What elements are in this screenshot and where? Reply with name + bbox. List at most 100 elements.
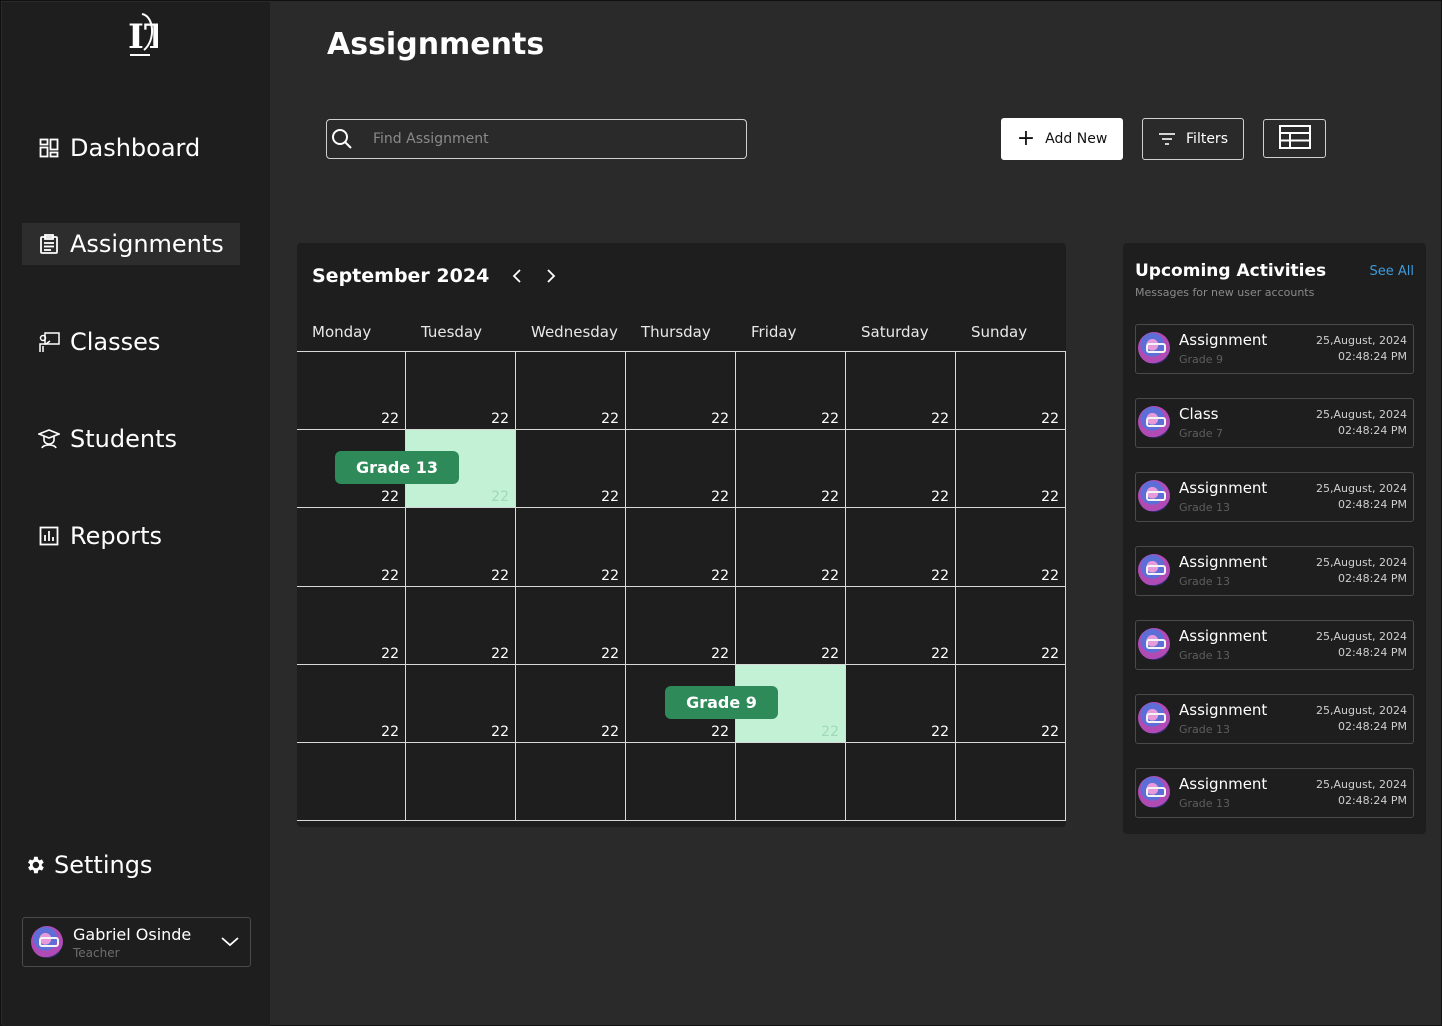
activity-title: Assignment xyxy=(1179,775,1268,793)
activity-card[interactable]: Assignment Grade 13 25,August, 2024 02:48:2… xyxy=(1135,546,1414,596)
sidebar-item-label: Students xyxy=(70,425,177,453)
teacher-board-icon xyxy=(38,331,60,353)
calendar-day-cell[interactable]: 22 xyxy=(956,586,1066,665)
activity-datetime: 25,August, 2024 02:48:24 PM xyxy=(1316,629,1407,661)
search-icon xyxy=(331,128,353,150)
calendar-day-cell[interactable]: 22 xyxy=(846,430,956,509)
user-role: Teacher xyxy=(73,945,120,960)
activity-date: 25,August, 2024 xyxy=(1316,334,1407,347)
user-name: Gabriel Osinde xyxy=(73,924,192,944)
activity-card[interactable]: Assignment Grade 13 25,August, 2024 02:48:2… xyxy=(1135,694,1414,744)
search-input[interactable] xyxy=(373,131,733,147)
calendar-day-cell[interactable]: 22 xyxy=(846,508,956,587)
filters-button[interactable]: Filters xyxy=(1142,118,1244,160)
calendar-day-cell[interactable]: 22 xyxy=(297,586,406,665)
sidebar-item-assignments[interactable]: Assignments xyxy=(22,223,240,265)
calendar-day-cell[interactable]: 22 xyxy=(846,352,956,431)
calendar-day-cell[interactable] xyxy=(516,743,626,822)
avatar xyxy=(1138,776,1170,808)
calendar-day-cell[interactable] xyxy=(406,743,516,822)
plus-icon: + xyxy=(1016,126,1036,151)
calendar-day-cell[interactable]: 22 xyxy=(516,664,626,743)
calendar-day-cell[interactable]: 22 xyxy=(626,586,736,665)
calendar-day-cell[interactable]: 22 xyxy=(956,352,1066,431)
user-profile-card[interactable]: Gabriel Osinde Teacher xyxy=(22,917,251,967)
activity-date: 25,August, 2024 xyxy=(1316,778,1407,791)
activity-grade: Grade 9 xyxy=(1179,353,1224,366)
activity-grade: Grade 13 xyxy=(1179,723,1231,736)
day-number: 22 xyxy=(381,567,399,584)
calendar-day-cell[interactable]: 22 xyxy=(406,508,516,587)
calendar-day-cell[interactable]: 22 xyxy=(297,664,406,743)
calendar-day-cell[interactable]: 22 xyxy=(406,352,516,431)
chevron-left-icon[interactable] xyxy=(509,267,527,285)
calendar-day-cell[interactable]: 22 xyxy=(846,586,956,665)
day-number: 22 xyxy=(711,645,729,662)
settings-button[interactable]: Settings xyxy=(24,845,152,885)
day-number: 22 xyxy=(1041,723,1059,740)
activity-date: 25,August, 2024 xyxy=(1316,630,1407,643)
calendar-day-cell[interactable]: 22 xyxy=(406,586,516,665)
calendar-day-cell[interactable]: 22 xyxy=(736,508,846,587)
calendar-day-cell[interactable] xyxy=(297,743,406,822)
day-number: 22 xyxy=(931,411,949,428)
calendar-day-cell[interactable]: 22 xyxy=(736,586,846,665)
activity-grade: Grade 13 xyxy=(1179,501,1231,514)
calendar-day-cell[interactable]: 22 xyxy=(736,430,846,509)
chevron-right-icon[interactable] xyxy=(541,267,559,285)
calendar-day-cell[interactable]: 22 xyxy=(626,352,736,431)
upcoming-subtitle: Messages for new user accounts xyxy=(1135,286,1315,299)
calendar-day-cell[interactable] xyxy=(736,743,846,822)
calendar-day-cell[interactable] xyxy=(626,743,736,822)
calendar-day-cell[interactable] xyxy=(846,743,956,822)
calendar-day-cell[interactable]: 22 xyxy=(297,352,406,431)
calendar-event-chip[interactable]: Grade 13 xyxy=(335,451,459,485)
activity-grade: Grade 7 xyxy=(1179,427,1224,440)
calendar-day-cell[interactable]: 22 xyxy=(956,508,1066,587)
calendar-day-cell[interactable]: 22 xyxy=(626,508,736,587)
calendar-day-cell[interactable]: 22 xyxy=(956,664,1066,743)
sidebar-item-label: Assignments xyxy=(70,230,224,258)
calendar-day-cell[interactable]: 22 xyxy=(516,508,626,587)
calendar-day-cell[interactable]: 22 xyxy=(846,664,956,743)
activity-title: Assignment xyxy=(1179,701,1268,719)
see-all-link[interactable]: See All xyxy=(1370,264,1415,279)
day-number: 22 xyxy=(821,489,839,506)
activity-time: 02:48:24 PM xyxy=(1337,646,1407,659)
sidebar-item-dashboard[interactable]: Dashboard xyxy=(22,127,216,169)
day-number: 22 xyxy=(491,645,509,662)
calendar-day-cell[interactable]: 22 xyxy=(516,430,626,509)
day-number: 22 xyxy=(1041,411,1059,428)
add-new-button[interactable]: + Add New xyxy=(1001,118,1123,160)
activity-datetime: 25,August, 2024 02:48:24 PM xyxy=(1316,481,1407,513)
calendar-day-cell[interactable]: 22 xyxy=(736,352,846,431)
gear-icon xyxy=(24,854,46,876)
calendar-day-cell[interactable]: 22 xyxy=(516,586,626,665)
table-view-button[interactable] xyxy=(1263,119,1326,158)
calendar-day-cell[interactable]: 22 xyxy=(516,352,626,431)
sidebar-item-students[interactable]: Students xyxy=(22,418,193,460)
activity-card[interactable]: Class Grade 7 25,August, 2024 02:48:24 PM xyxy=(1135,398,1414,448)
calendar-day-cell[interactable]: 22 xyxy=(626,430,736,509)
calendar-day-cell[interactable]: 22 xyxy=(297,508,406,587)
day-number: 22 xyxy=(381,489,399,506)
weekday-label: Tuesday xyxy=(421,323,483,341)
activity-title: Class xyxy=(1179,405,1219,423)
calendar-day-cell[interactable] xyxy=(956,743,1066,822)
day-number: 22 xyxy=(711,567,729,584)
day-number: 22 xyxy=(821,645,839,662)
sidebar-item-classes[interactable]: Classes xyxy=(22,321,176,363)
calendar-day-cell[interactable]: 22 xyxy=(956,430,1066,509)
day-number: 22 xyxy=(491,567,509,584)
calendar-event-chip[interactable]: Grade 9 xyxy=(665,685,778,719)
activity-card[interactable]: Assignment Grade 13 25,August, 2024 02:48:2… xyxy=(1135,472,1414,522)
app-logo[interactable]: IT xyxy=(124,10,169,60)
activity-card[interactable]: Assignment Grade 13 25,August, 2024 02:48:2… xyxy=(1135,768,1414,818)
sidebar-item-reports[interactable]: Reports xyxy=(22,515,178,557)
activity-card[interactable]: Assignment Grade 9 25,August, 2024 02:48:24… xyxy=(1135,324,1414,374)
activity-card[interactable]: Assignment Grade 13 25,August, 2024 02:48:2… xyxy=(1135,620,1414,670)
activity-title: Assignment xyxy=(1179,479,1268,497)
chevron-down-icon[interactable] xyxy=(220,932,240,952)
filters-label: Filters xyxy=(1186,131,1228,147)
calendar-day-cell[interactable]: 22 xyxy=(406,664,516,743)
